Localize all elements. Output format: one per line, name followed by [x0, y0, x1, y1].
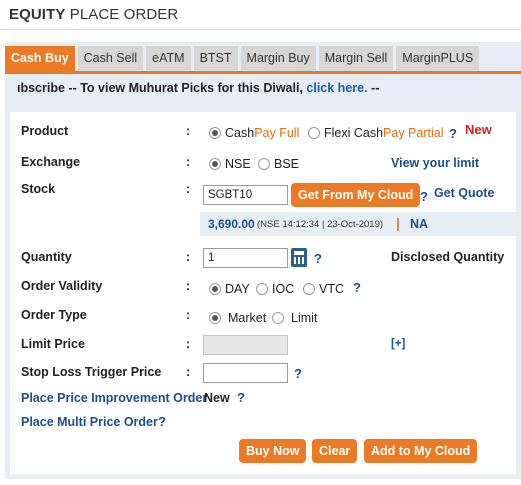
quantity-label: Quantity — [21, 250, 72, 264]
quote-bar: 3,690.00 (NSE 14:12:34 | 23-Oct-2019) | … — [200, 212, 516, 236]
quote-separator: | — [396, 215, 400, 231]
price-improvement-help-icon[interactable]: ? — [237, 390, 245, 405]
order-type-limit-radio[interactable] — [272, 312, 284, 324]
exchange-bse-radio[interactable] — [258, 158, 270, 170]
multi-price-link[interactable]: Place Multi Price Order — [21, 415, 158, 429]
quote-change: NA — [410, 217, 429, 231]
price-improvement-new-badge: New — [204, 391, 230, 405]
product-flexi-option[interactable]: Flexi Cash Pay Partial — [308, 126, 444, 140]
validity-label: Order Validity — [21, 279, 103, 293]
stock-label: Stock — [21, 182, 56, 196]
page-title: EQUITY PLACE ORDER — [9, 6, 179, 23]
product-cash-option[interactable]: Cash Pay Full — [209, 126, 299, 140]
calculator-icon[interactable] — [291, 248, 307, 267]
exchange-nse-option[interactable]: NSE — [209, 157, 251, 171]
ticker-link[interactable]: click here. — [306, 81, 367, 95]
tab-margin-buy[interactable]: Margin Buy — [240, 46, 316, 71]
product-new-badge: New — [465, 122, 492, 137]
get-from-cloud-button[interactable]: Get From My Cloud — [291, 183, 421, 207]
order-type-limit-option[interactable]: Limit — [272, 311, 317, 325]
validity-colon: : — [186, 279, 191, 293]
limit-price-colon: : — [186, 337, 191, 351]
limit-price-label: Limit Price — [21, 337, 85, 351]
product-help-icon[interactable]: ? — [449, 126, 457, 141]
product-cash-radio[interactable] — [209, 127, 221, 139]
stop-loss-colon: : — [186, 365, 191, 379]
exchange-label: Exchange — [21, 155, 81, 169]
exchange-colon: : — [186, 155, 191, 169]
validity-help-icon[interactable]: ? — [353, 280, 361, 295]
validity-ioc-option[interactable]: IOC — [256, 282, 294, 296]
page-header: EQUITY PLACE ORDER — [0, 0, 521, 30]
quantity-colon: : — [186, 250, 191, 264]
stock-help-icon[interactable]: ? — [420, 189, 428, 204]
exchange-nse-radio[interactable] — [209, 158, 221, 170]
stock-colon: : — [186, 182, 191, 196]
stock-input[interactable] — [203, 185, 288, 205]
announcement-ticker: ıbscribe -- To view Muhurat Picks for th… — [5, 74, 521, 104]
validity-day-radio[interactable] — [209, 283, 221, 295]
quantity-input[interactable] — [203, 248, 288, 268]
product-flexi-radio[interactable] — [308, 127, 320, 139]
order-type-label: Order Type — [21, 308, 87, 322]
ticker-text: ıbscribe -- To view Muhurat Picks for th… — [17, 81, 380, 95]
tab-cash-buy[interactable]: Cash Buy — [5, 46, 75, 71]
clear-button[interactable]: Clear — [312, 439, 358, 463]
limit-price-input[interactable] — [203, 335, 288, 355]
multi-price-help-icon[interactable]: ? — [158, 414, 166, 429]
order-type-market-radio[interactable] — [209, 312, 221, 324]
get-quote-link[interactable]: Get Quote — [434, 186, 494, 200]
add-to-cloud-button[interactable]: Add to My Cloud — [364, 439, 478, 463]
quantity-help-icon[interactable]: ? — [314, 251, 322, 266]
tab-cash-sell[interactable]: Cash Sell — [77, 46, 144, 71]
limit-price-expand[interactable]: [+] — [391, 338, 405, 350]
view-limit-link[interactable]: View your limit — [391, 156, 479, 170]
product-label: Product — [21, 124, 69, 138]
tab-marginplus[interactable]: MarginPLUS — [396, 46, 480, 71]
validity-day-option[interactable]: DAY — [209, 282, 250, 296]
stop-loss-label: Stop Loss Trigger Price — [21, 365, 162, 379]
validity-vtc-option[interactable]: VTC — [303, 282, 344, 296]
order-tabs: Cash Buy Cash Sell eATM BTST Margin Buy … — [5, 46, 482, 72]
tab-eatm[interactable]: eATM — [146, 46, 191, 71]
quote-price: 3,690.00 — [208, 217, 255, 231]
quote-meta: (NSE 14:12:34 | 23-Oct-2019) — [257, 219, 384, 230]
buy-now-button[interactable]: Buy Now — [239, 439, 307, 463]
stop-loss-help-icon[interactable]: ? — [294, 366, 302, 381]
stop-loss-input[interactable] — [203, 363, 288, 383]
exchange-bse-option[interactable]: BSE — [258, 157, 299, 171]
order-type-market-option[interactable]: Market — [209, 311, 266, 325]
tab-margin-sell[interactable]: Margin Sell — [318, 46, 394, 71]
validity-ioc-radio[interactable] — [256, 283, 268, 295]
validity-vtc-radio[interactable] — [303, 283, 315, 295]
product-colon: : — [186, 124, 191, 138]
price-improvement-link[interactable]: Place Price Improvement Order — [21, 391, 207, 405]
order-type-colon: : — [186, 308, 191, 322]
disclosed-quantity-label: Disclosed Quantity — [391, 250, 505, 264]
tab-btst[interactable]: BTST — [193, 46, 238, 71]
